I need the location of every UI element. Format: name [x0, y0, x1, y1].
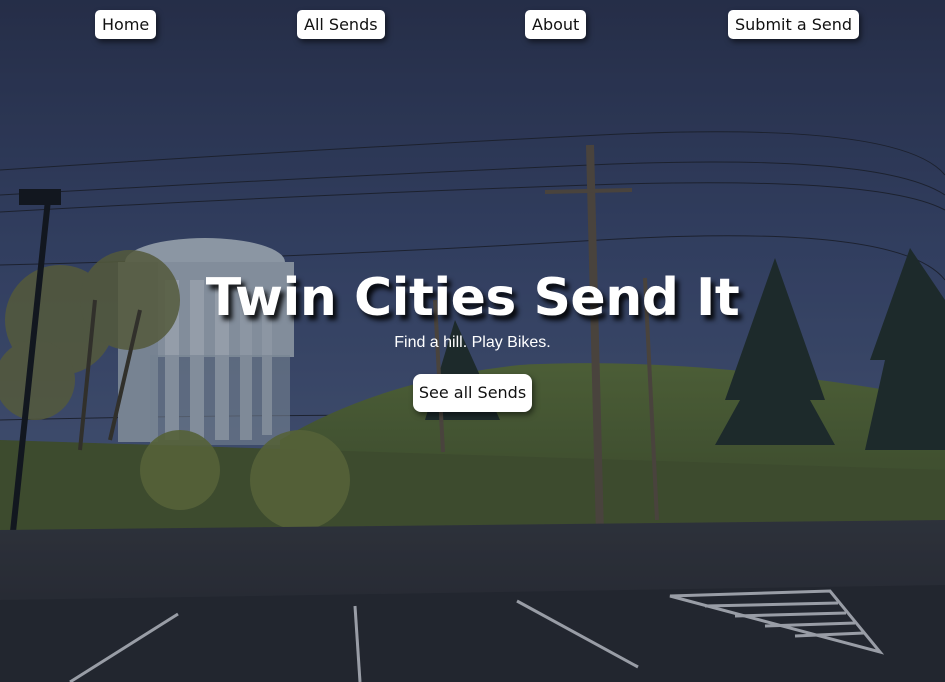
see-all-sends-button[interactable]: See all Sends [413, 374, 532, 412]
hero-section: Home All Sends About Submit a Send Twin … [0, 0, 945, 682]
nav-home-button[interactable]: Home [95, 10, 157, 39]
nav-submit-send-button[interactable]: Submit a Send [728, 10, 860, 39]
nav-about-button[interactable]: About [525, 10, 587, 39]
hero-title: Twin Cities Send It [205, 268, 740, 328]
nav-all-sends-button[interactable]: All Sends [297, 10, 385, 39]
top-nav: Home All Sends About Submit a Send [0, 0, 945, 50]
hero-subtitle: Find a hill. Play Bikes. [394, 334, 551, 351]
